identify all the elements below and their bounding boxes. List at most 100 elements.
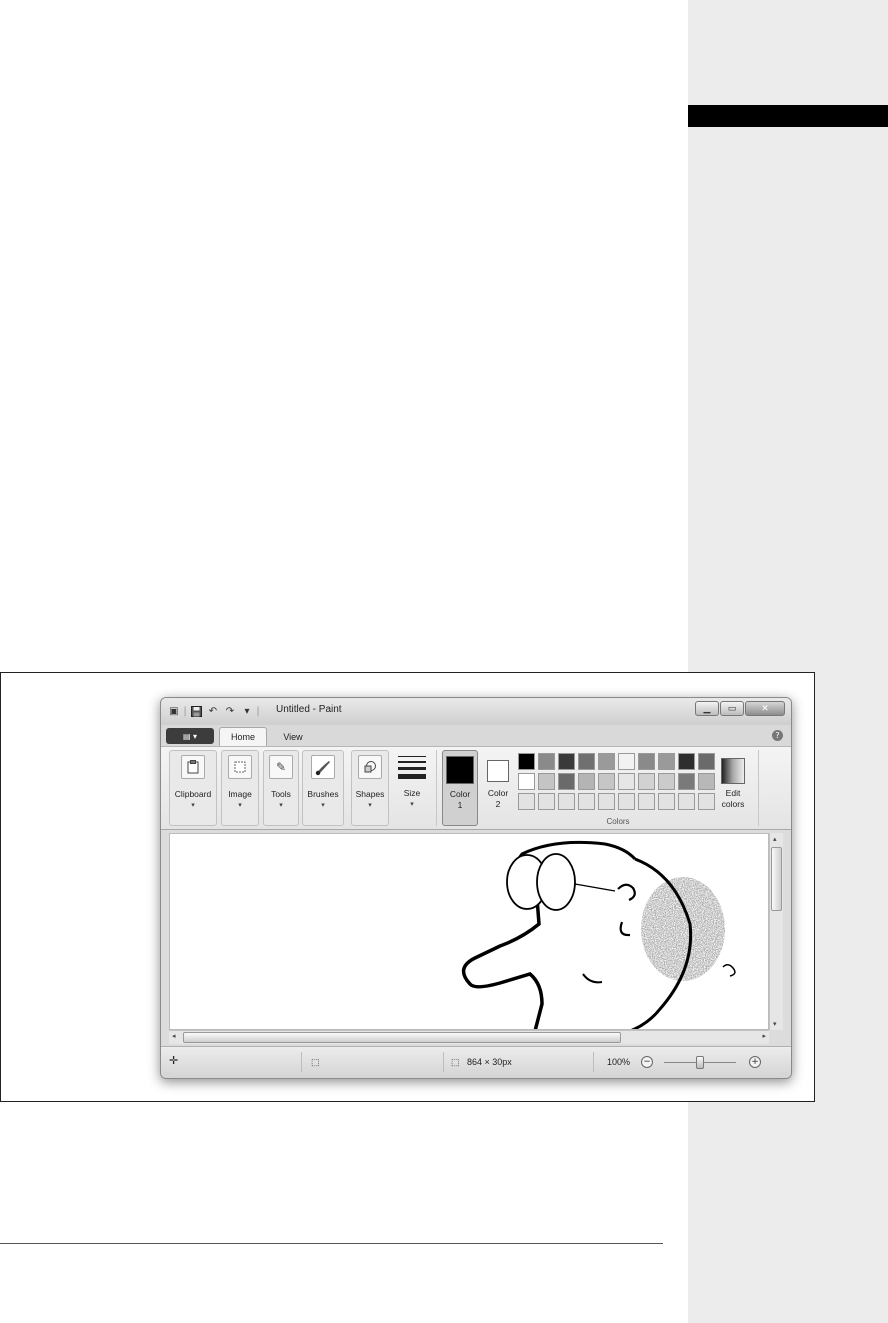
palette-color-swatch[interactable] bbox=[598, 753, 615, 770]
shapes-label: Shapes bbox=[355, 789, 385, 799]
palette-color-swatch[interactable] bbox=[698, 753, 715, 770]
palette-color-swatch[interactable] bbox=[618, 753, 635, 770]
palette-color-swatch[interactable] bbox=[698, 793, 715, 810]
horizontal-scrollbar[interactable]: ◂ ▸ bbox=[169, 1030, 769, 1044]
clipboard-group[interactable]: Clipboard ▾ bbox=[169, 750, 217, 826]
chevron-down-icon: ▾ bbox=[191, 801, 195, 809]
zoom-in-button[interactable]: + bbox=[749, 1056, 761, 1068]
drawing-doodle bbox=[461, 840, 736, 1029]
save-icon[interactable] bbox=[189, 705, 203, 719]
status-separator bbox=[301, 1052, 302, 1072]
palette-color-swatch[interactable] bbox=[658, 753, 675, 770]
clipboard-icon bbox=[181, 755, 205, 779]
palette-color-swatch[interactable] bbox=[518, 793, 535, 810]
paint-app-icon[interactable]: ▣ bbox=[167, 705, 181, 719]
palette-color-swatch[interactable] bbox=[558, 793, 575, 810]
ribbon: Clipboard ▾ Image ▾ ✎ Tools ▾ Brushes ▾ bbox=[161, 746, 791, 830]
palette-color-swatch[interactable] bbox=[638, 773, 655, 790]
palette-color-swatch[interactable] bbox=[598, 773, 615, 790]
color1-label: Color 1 bbox=[449, 789, 471, 810]
paint-menu-button[interactable]: ▤ ▾ bbox=[166, 728, 214, 744]
undo-icon[interactable]: ↶ bbox=[206, 705, 220, 719]
brush-icon bbox=[311, 755, 335, 779]
palette-color-swatch[interactable] bbox=[658, 773, 675, 790]
size-button[interactable]: Size ▾ bbox=[394, 750, 430, 826]
tools-icon: ✎ bbox=[269, 755, 293, 779]
color1-button[interactable]: Color 1 bbox=[442, 750, 478, 826]
canvas-dimensions: 864 × 30px bbox=[467, 1057, 512, 1067]
chevron-down-icon: ▾ bbox=[368, 801, 372, 809]
zoom-slider-thumb[interactable] bbox=[696, 1056, 704, 1069]
size-label: Size bbox=[403, 788, 421, 798]
palette-color-swatch[interactable] bbox=[578, 793, 595, 810]
zoom-level: 100% bbox=[607, 1057, 631, 1067]
ribbon-separator bbox=[758, 750, 759, 826]
ribbon-separator bbox=[436, 750, 437, 826]
close-button[interactable]: ✕ bbox=[745, 701, 785, 716]
horizontal-scroll-thumb[interactable] bbox=[183, 1032, 621, 1043]
color2-label: Color 2 bbox=[487, 788, 509, 809]
scroll-left-icon[interactable]: ◂ bbox=[172, 1032, 176, 1040]
customize-toolbar-icon[interactable]: ▾ bbox=[240, 705, 254, 719]
shapes-group[interactable]: Shapes ▾ bbox=[351, 750, 389, 826]
page-margin-sidebar bbox=[688, 0, 888, 1323]
toolbar-separator: | bbox=[183, 706, 187, 717]
title-bar: ▣ | ↶ ↷ ▾ | Untitled - Paint ▁ ▭ ✕ bbox=[161, 698, 791, 725]
palette-color-swatch[interactable] bbox=[658, 793, 675, 810]
palette-color-swatch[interactable] bbox=[598, 793, 615, 810]
scroll-up-icon[interactable]: ▴ bbox=[773, 835, 777, 843]
status-separator bbox=[443, 1052, 444, 1072]
maximize-button[interactable]: ▭ bbox=[720, 701, 744, 716]
palette-color-swatch[interactable] bbox=[698, 773, 715, 790]
quick-access-toolbar: ▣ | ↶ ↷ ▾ | bbox=[167, 704, 262, 719]
palette-color-swatch[interactable] bbox=[558, 753, 575, 770]
drawing-canvas[interactable] bbox=[169, 833, 769, 1030]
minimize-button[interactable]: ▁ bbox=[695, 701, 719, 716]
vertical-scroll-thumb[interactable] bbox=[771, 847, 782, 911]
help-icon[interactable]: ? bbox=[772, 730, 783, 741]
palette-color-swatch[interactable] bbox=[558, 773, 575, 790]
window-controls: ▁ ▭ ✕ bbox=[694, 701, 785, 716]
palette-color-swatch[interactable] bbox=[518, 773, 535, 790]
palette-color-swatch[interactable] bbox=[618, 793, 635, 810]
tools-group[interactable]: ✎ Tools ▾ bbox=[263, 750, 299, 826]
palette-color-swatch[interactable] bbox=[638, 793, 655, 810]
palette-color-swatch[interactable] bbox=[678, 793, 695, 810]
image-select-icon bbox=[228, 755, 252, 779]
tab-home[interactable]: Home bbox=[219, 727, 267, 746]
tab-view[interactable]: View bbox=[273, 727, 313, 746]
edit-colors-button[interactable]: Edit colors bbox=[715, 750, 751, 826]
window-title: Untitled - Paint bbox=[276, 704, 342, 715]
colors-group-label: Colors bbox=[606, 817, 630, 826]
palette-color-swatch[interactable] bbox=[538, 793, 555, 810]
palette-color-swatch[interactable] bbox=[538, 753, 555, 770]
palette-color-swatch[interactable] bbox=[638, 753, 655, 770]
color2-button[interactable]: Color 2 bbox=[482, 750, 514, 826]
chevron-down-icon: ▾ bbox=[238, 801, 242, 809]
scroll-down-icon[interactable]: ▾ bbox=[773, 1020, 777, 1028]
chevron-down-icon: ▾ bbox=[410, 800, 414, 808]
palette-color-swatch[interactable] bbox=[678, 753, 695, 770]
palette-color-swatch[interactable] bbox=[578, 753, 595, 770]
clipboard-label: Clipboard bbox=[174, 789, 212, 799]
vertical-scrollbar[interactable]: ▴ ▾ bbox=[769, 833, 783, 1030]
image-group[interactable]: Image ▾ bbox=[221, 750, 259, 826]
zoom-out-button[interactable]: − bbox=[641, 1056, 653, 1068]
toolbar-separator: | bbox=[256, 706, 260, 717]
line-size-icon bbox=[398, 756, 426, 779]
brushes-button[interactable]: Brushes ▾ bbox=[302, 750, 344, 826]
palette-color-swatch[interactable] bbox=[618, 773, 635, 790]
palette-color-swatch[interactable] bbox=[678, 773, 695, 790]
edit-colors-label: Edit colors bbox=[721, 788, 745, 809]
palette-color-swatch[interactable] bbox=[518, 753, 535, 770]
scroll-right-icon[interactable]: ▸ bbox=[762, 1032, 766, 1040]
chapter-tab-marker bbox=[688, 105, 888, 127]
color1-swatch bbox=[446, 756, 474, 784]
redo-icon[interactable]: ↷ bbox=[223, 705, 237, 719]
palette-color-swatch[interactable] bbox=[578, 773, 595, 790]
palette-color-swatch[interactable] bbox=[538, 773, 555, 790]
cursor-position-icon: ✛ bbox=[169, 1055, 179, 1067]
chevron-down-icon: ▾ bbox=[279, 801, 283, 809]
shapes-icon bbox=[358, 755, 382, 779]
status-bar: ✛ ⬚ ⬚ 864 × 30px 100% − + bbox=[161, 1046, 791, 1078]
